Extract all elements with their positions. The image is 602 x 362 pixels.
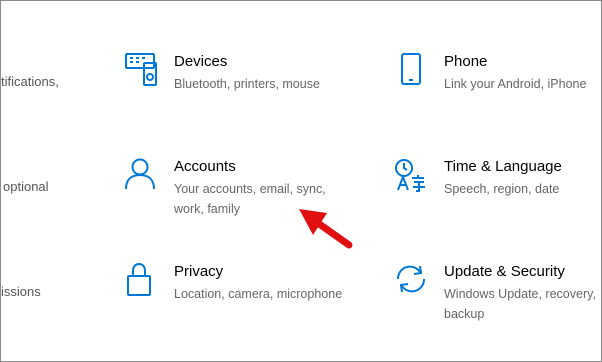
phone-icon	[394, 53, 430, 89]
settings-window: tifications, optional issions Devices Bl…	[0, 0, 602, 362]
tile-time-language[interactable]: Time & Language Speech, region, date	[394, 158, 602, 238]
tile-time-language-title: Time & Language	[444, 158, 562, 175]
tile-privacy-title: Privacy	[174, 263, 224, 280]
tile-devices-description: Bluetooth, printers, mouse	[174, 77, 320, 91]
sync-icon	[394, 263, 430, 299]
tile-accounts-title: Accounts	[174, 158, 236, 175]
tile-phone[interactable]: Phone Link your Android, iPhone	[394, 53, 602, 133]
tile-devices[interactable]: Devices Bluetooth, printers, mouse	[124, 53, 364, 133]
devices-icon	[124, 53, 160, 89]
tile-phone-description: Link your Android, iPhone	[444, 77, 587, 91]
annotation-arrow-icon	[291, 201, 361, 251]
time-language-icon	[394, 158, 430, 194]
tile-time-language-description: Speech, region, date	[444, 182, 560, 196]
tile-privacy[interactable]: Privacy Location, camera, microphone	[124, 263, 364, 343]
accounts-icon	[124, 158, 160, 194]
tile-update-security-title: Update & Security	[444, 263, 565, 280]
tile-update-security[interactable]: Update & Security Windows Update, recove…	[394, 263, 602, 343]
tile-phone-title: Phone	[444, 53, 488, 70]
cut-description-1: tifications,	[1, 74, 59, 89]
lock-icon	[124, 263, 160, 299]
tile-update-security-description: Windows Update, recovery, backup	[444, 287, 596, 321]
cut-description-3: issions	[1, 284, 41, 299]
cut-description-2: optional	[3, 179, 49, 194]
tile-privacy-description: Location, camera, microphone	[174, 287, 343, 301]
tile-devices-title: Devices	[174, 53, 228, 70]
